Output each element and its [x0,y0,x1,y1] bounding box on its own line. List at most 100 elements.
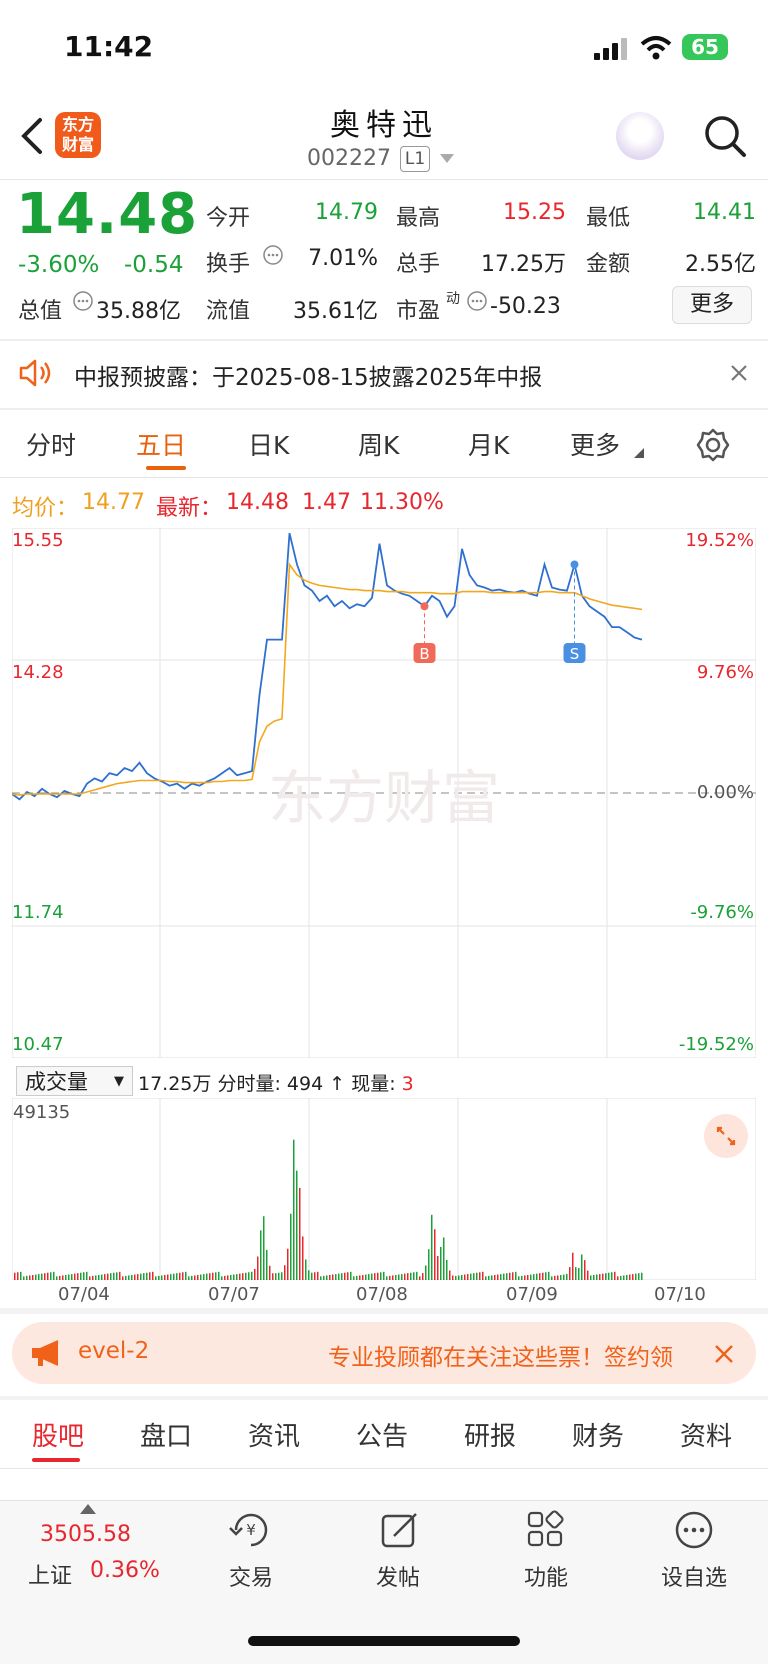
info-icon[interactable] [466,290,488,312]
chevron-up-icon[interactable] [80,1504,96,1514]
tick-volume-label: 分时量: [217,1073,281,1095]
post-icon[interactable] [380,1510,420,1550]
volume-bar [389,1275,391,1280]
tab-research[interactable]: 研报 [464,1416,516,1453]
post-label[interactable]: 发帖 [338,1560,458,1592]
tab-profile[interactable]: 资料 [680,1416,732,1453]
volume-bar [530,1274,532,1280]
float-cap-value: 35.61亿 [293,299,378,324]
tab-five-day[interactable]: 五日 [136,426,186,462]
volume-bar [167,1274,169,1280]
volume-bar [353,1276,355,1280]
banner-promo-text[interactable]: 专业投顾都在关注这些票！签约领 [328,1338,700,1372]
megaphone-icon [32,1340,58,1366]
volume-bar [401,1274,403,1280]
x-label-4: 07/10 [654,1284,706,1305]
tab-monthly-k[interactable]: 月K [468,426,509,462]
volume-bar [62,1275,64,1280]
volume-bar [77,1273,79,1280]
index-change: 0.36% [90,1558,160,1583]
info-icon[interactable] [262,244,284,266]
dropdown-icon: ▼ [114,1074,124,1089]
volume-bar [497,1274,499,1280]
volume-bar [179,1272,181,1280]
volume-bar [233,1274,235,1280]
tab-news[interactable]: 资讯 [248,1416,300,1453]
volume-bar [215,1272,217,1280]
close-icon[interactable] [730,364,748,382]
volume-bar [515,1271,517,1280]
info-icon[interactable] [72,290,94,312]
tab-weekly-k[interactable]: 周K [358,426,399,462]
volume-bar [563,1274,565,1280]
volume-bar [449,1270,451,1280]
volume-bar [593,1274,595,1280]
change-percent: -3.60% [18,252,100,278]
volume-bar [344,1272,346,1280]
volume-bar [107,1273,109,1280]
volume-chart[interactable] [12,1098,756,1280]
tab-forum[interactable]: 股吧 [32,1416,84,1453]
x-label-2: 07/08 [356,1284,408,1305]
y-label-right-4: -19.52% [678,1034,754,1055]
low-label: 最低 [586,206,631,231]
volume-bar [266,1249,268,1280]
high-label: 最高 [396,206,441,231]
search-icon[interactable] [703,114,747,158]
volume-bar [128,1275,130,1280]
tab-daily-k[interactable]: 日K [248,426,289,462]
volume-bar [458,1275,460,1280]
volume-bar [269,1265,271,1280]
more-quote-button[interactable]: 更多 [672,286,752,324]
volume-bar [602,1273,604,1280]
volume-bar [29,1275,31,1280]
settings-icon[interactable] [696,428,730,462]
trade-marker-label: S [570,645,580,663]
tab-more[interactable]: 更多 [570,426,620,462]
tab-announcements[interactable]: 公告 [356,1416,408,1453]
volume-bar [200,1274,202,1280]
assistant-avatar[interactable] [616,112,664,160]
volume-bar [635,1273,637,1280]
functions-label[interactable]: 功能 [486,1560,606,1592]
volume-info: 17.25万 分时量: 494 ↑ 现量: 3 [138,1069,414,1096]
volume-bar [419,1276,421,1280]
tab-intraday[interactable]: 分时 [26,426,76,462]
volume-bar [440,1246,442,1280]
chevron-down-icon[interactable] [440,154,454,164]
set-watchlist-label[interactable]: 设自选 [634,1560,754,1592]
volume-bar [89,1276,91,1280]
notice-text[interactable]: 中报预披露：于2025-08-15披露2025年中报 [74,358,542,392]
tab-financials[interactable]: 财务 [572,1416,624,1453]
stock-code: 002227 [307,146,391,171]
volume-bar [584,1260,586,1280]
volume-bar [86,1271,88,1280]
price-chart[interactable]: 东方财富 B S [12,528,756,1058]
volume-bar [170,1274,172,1280]
tab-orderbook[interactable]: 盘口 [140,1416,192,1453]
index-value[interactable]: 3505.58 [40,1522,131,1547]
functions-icon[interactable] [526,1510,566,1550]
volume-selector[interactable]: 成交量 ▼ [16,1066,133,1096]
trade-marker-dot [570,560,579,569]
volume-bar [482,1271,484,1280]
level-badge[interactable]: L1 [400,146,430,172]
volume-bar [575,1267,577,1280]
trade-icon[interactable]: ¥ [228,1510,274,1550]
volume-bar [413,1272,415,1280]
avg-price-value: 14.77 [82,490,145,515]
volume-bar [461,1274,463,1280]
cellular-signal-icon [594,38,627,60]
expand-icon[interactable] [704,1114,748,1158]
watermark: 东方财富 [268,764,500,832]
trade-marker-label: B [419,645,429,663]
trade-label[interactable]: 交易 [191,1560,311,1592]
volume-bar [260,1230,262,1280]
volume-bar [638,1273,640,1280]
volume-bar [338,1273,340,1280]
y-label-right-2: 0.00% [696,782,754,803]
close-icon[interactable] [714,1344,734,1364]
more-dots-icon[interactable] [674,1510,714,1550]
volume-bar [527,1274,529,1280]
volume-bar [611,1272,613,1280]
